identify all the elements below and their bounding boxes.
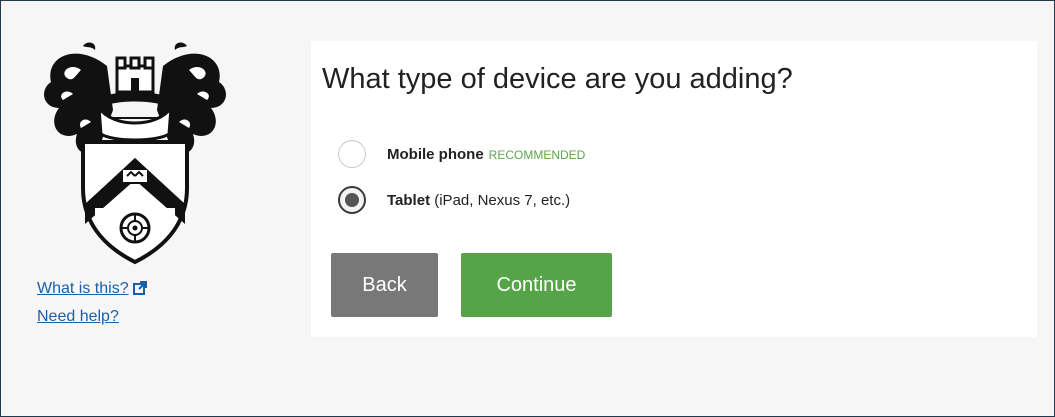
tablet-label[interactable]: Tablet (iPad, Nexus 7, etc.) — [387, 192, 570, 209]
recommended-badge: RECOMMENDED — [488, 147, 586, 162]
auth-prompt-frame: What is this? Need help? What type of de… — [0, 0, 1055, 417]
mobile-phone-label[interactable]: Mobile phone RECOMMENDED — [387, 146, 585, 163]
option-detail: (iPad, Nexus 7, etc.) — [430, 191, 571, 209]
option-tablet[interactable]: Tablet (iPad, Nexus 7, etc.) — [338, 183, 570, 217]
what-is-this-link[interactable]: What is this? — [37, 280, 129, 297]
tablet-radio[interactable] — [338, 186, 366, 214]
university-crest-logo — [37, 38, 233, 268]
continue-button[interactable]: Continue — [461, 253, 612, 317]
mobile-phone-radio[interactable] — [338, 140, 366, 168]
option-label: Tablet — [387, 191, 431, 209]
option-label: Mobile phone — [387, 145, 484, 163]
external-link-icon[interactable] — [132, 278, 147, 304]
page-title: What type of device are you adding? — [322, 63, 793, 95]
option-mobile-phone[interactable]: Mobile phone RECOMMENDED — [338, 137, 585, 171]
sidebar-links: What is this? Need help? — [37, 276, 147, 330]
back-button[interactable]: Back — [331, 253, 438, 317]
need-help-link[interactable]: Need help? — [37, 308, 119, 325]
device-type-card: What type of device are you adding? Mobi… — [311, 41, 1037, 337]
